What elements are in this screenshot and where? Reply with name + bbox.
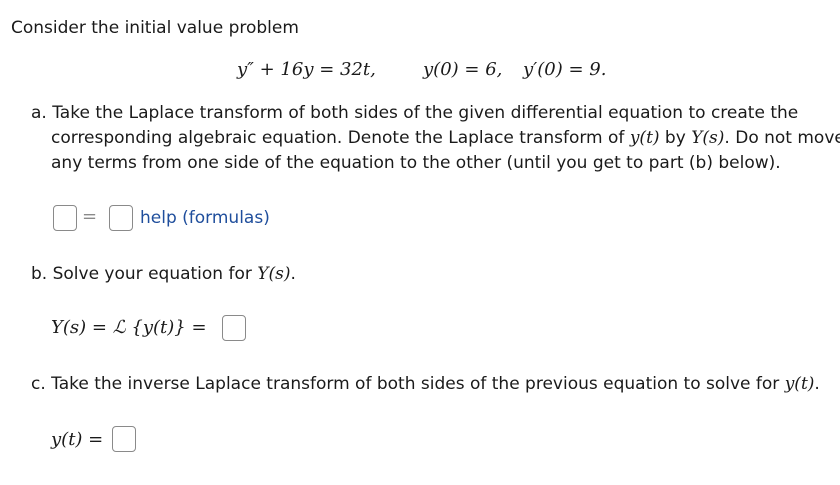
part-c-text-post: . <box>814 374 820 394</box>
part-a-line1: a. Take the Laplace transform of both si… <box>31 103 799 123</box>
part-b-text-post: . <box>290 264 296 284</box>
intro-text: Consider the initial value problem <box>11 18 299 38</box>
part-c-text: c. Take the inverse Laplace transform of… <box>31 372 820 397</box>
initial-condition-y0: y(0) = 6, <box>423 59 503 80</box>
part-b-text-pre: b. Solve your equation for <box>31 264 258 284</box>
part-c-yt: y(t) <box>784 374 815 394</box>
part-a-line2-mid: by <box>659 128 692 148</box>
part-b-Ys: Y(s) <box>257 264 291 284</box>
part-c-text-pre: c. Take the inverse Laplace transform of… <box>31 374 785 394</box>
part-a-line3: any terms from one side of the equation … <box>51 153 781 173</box>
ode-equation: y″ + 16y = 32t, <box>237 59 376 80</box>
part-a-line2: corresponding algebraic equation. Denote… <box>51 126 840 151</box>
help-formulas-link[interactable]: help (formulas) <box>140 206 270 231</box>
part-a-line2-post: . Do not move <box>724 128 840 148</box>
equals-sign: = <box>82 206 98 227</box>
initial-condition-dy0: y′(0) = 9. <box>523 59 607 80</box>
part-a-Ys: Y(s) <box>691 128 725 148</box>
answer-b-input[interactable] <box>222 315 246 341</box>
answer-a-right-input[interactable] <box>109 205 133 231</box>
part-b-expression: Y(s) = ℒ {y(t)} = <box>51 317 207 338</box>
answer-c-input[interactable] <box>112 426 136 452</box>
part-a-yt: y(t) <box>629 128 660 148</box>
part-b-text: b. Solve your equation for Y(s). <box>31 262 296 287</box>
part-a-line2-pre: corresponding algebraic equation. Denote… <box>51 128 630 148</box>
answer-a-left-input[interactable] <box>53 205 77 231</box>
part-c-expression: y(t) = <box>51 429 104 450</box>
